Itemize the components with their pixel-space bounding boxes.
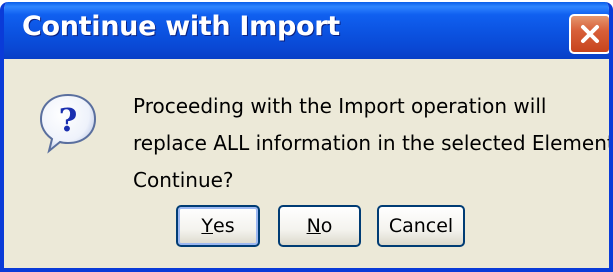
no-mnemonic: N (306, 215, 321, 237)
svg-text:?: ? (59, 101, 78, 139)
message-text: Proceeding with the Import operation wil… (133, 88, 613, 199)
close-icon (578, 22, 602, 46)
no-label-rest: o (320, 215, 333, 237)
message-line-3: Continue? (133, 168, 234, 192)
close-button[interactable] (569, 14, 609, 54)
yes-button[interactable]: Yes (176, 205, 260, 247)
question-icon: ? (37, 92, 99, 154)
yes-label-rest: es (213, 215, 235, 237)
cancel-button[interactable]: Cancel (377, 205, 465, 247)
cancel-label: Cancel (388, 215, 454, 237)
message-line-1: Proceeding with the Import operation wil… (133, 94, 547, 118)
dialog-window: Continue with Import ? Proceeding with t… (0, 2, 613, 272)
yes-mnemonic: Y (201, 215, 213, 237)
no-button[interactable]: No (278, 205, 361, 247)
message-line-2: replace ALL information in the selected … (133, 131, 613, 155)
title-bar[interactable]: Continue with Import (4, 2, 609, 59)
dialog-title: Continue with Import (22, 11, 340, 42)
